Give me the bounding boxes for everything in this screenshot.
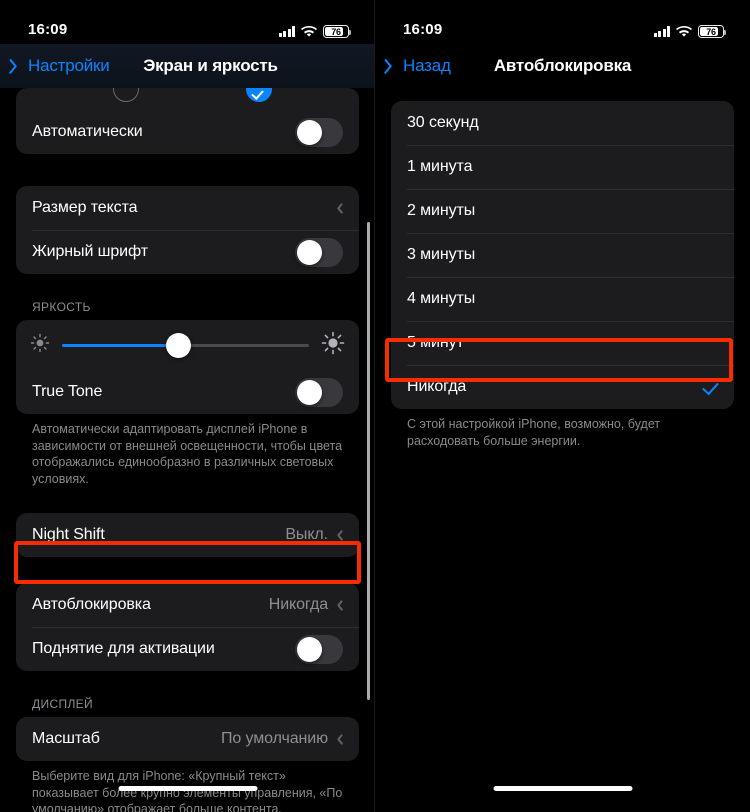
- option-row-2-min[interactable]: 2 минуты: [391, 189, 734, 233]
- auto-lock-group: Автоблокировка Никогда Поднятие для акти…: [16, 583, 359, 671]
- brightness-slider-row[interactable]: [16, 320, 359, 370]
- status-bar-right: 16:09 76: [375, 0, 750, 44]
- appearance-dark-radio-selected-icon[interactable]: [246, 88, 272, 102]
- row-bold-text[interactable]: Жирный шрифт: [16, 230, 359, 274]
- screen-divider: [374, 0, 375, 812]
- row-auto-lock[interactable]: Автоблокировка Никогда: [16, 583, 359, 627]
- section-header-brightness: ЯРКОСТЬ: [32, 300, 91, 314]
- auto-lock-options-content: 30 секунд 1 минута 2 минуты 3 минуты 4 м…: [375, 88, 750, 812]
- left-phone-screen: 16:09 76 Настройки Экран и яркость Автом…: [0, 0, 375, 812]
- chevron-left-icon: [12, 57, 23, 76]
- row-label-automatic: Автоматически: [32, 123, 143, 140]
- status-bar-time: 16:09: [28, 21, 68, 38]
- battery-icon: 76: [698, 25, 727, 38]
- cellular-signal-icon: [653, 26, 670, 37]
- display-zoom-group: Масштаб По умолчанию: [16, 717, 359, 761]
- row-value-night-shift: Выкл.: [285, 526, 328, 543]
- home-indicator-right: [493, 785, 632, 791]
- option-label: 4 минуты: [407, 290, 476, 307]
- option-label: 3 минуты: [407, 246, 476, 263]
- option-label: 2 минуты: [407, 202, 476, 219]
- settings-scroll-content[interactable]: Автоматически Размер текста Жирный шрифт: [0, 88, 375, 812]
- row-label-true-tone: True Tone: [32, 383, 103, 400]
- toggle-bold-text[interactable]: [295, 237, 343, 267]
- row-label-night-shift: Night Shift: [32, 526, 105, 543]
- checkmark-icon: [701, 379, 718, 396]
- brightness-group: True Tone: [16, 320, 359, 414]
- option-row-30-sec[interactable]: 30 секунд: [391, 101, 734, 145]
- row-label-raise-to-wake: Поднятие для активации: [32, 640, 215, 657]
- chevron-left-icon: [387, 57, 398, 76]
- row-label-auto-lock: Автоблокировка: [32, 596, 151, 613]
- auto-lock-options-group: 30 секунд 1 минута 2 минуты 3 минуты 4 м…: [391, 101, 734, 409]
- row-value-display-zoom: По умолчанию: [220, 730, 328, 747]
- night-shift-group: Night Shift Выкл.: [16, 513, 359, 557]
- text-settings-group: Размер текста Жирный шрифт: [16, 186, 359, 274]
- brightness-low-icon: [30, 333, 50, 358]
- wifi-icon: [676, 25, 692, 38]
- toggle-true-tone[interactable]: [295, 377, 343, 407]
- option-label: 1 минута: [407, 158, 473, 175]
- battery-percent-label: 76: [331, 26, 341, 37]
- back-button-settings[interactable]: Настройки: [0, 56, 110, 76]
- dual-screenshot-container: 16:09 76 Настройки Экран и яркость Автом…: [0, 0, 750, 812]
- appearance-group: Автоматически: [16, 110, 359, 154]
- brightness-high-icon: [321, 331, 345, 360]
- option-label: 5 минут: [407, 334, 464, 351]
- right-phone-screen: 16:09 76 Назад Автоблокировка 30 секунд …: [375, 0, 750, 812]
- option-row-3-min[interactable]: 3 минуты: [391, 233, 734, 277]
- appearance-light-radio-icon[interactable]: [113, 88, 139, 102]
- option-label: Никогда: [407, 378, 467, 395]
- section-header-display: ДИСПЛЕЙ: [32, 697, 93, 711]
- footer-true-tone: Автоматически адаптировать дисплей iPhon…: [32, 422, 343, 486]
- option-row-4-min[interactable]: 4 минуты: [391, 277, 734, 321]
- status-bar-indicators: 76: [278, 25, 352, 38]
- row-display-zoom[interactable]: Масштаб По умолчанию: [16, 717, 359, 761]
- chevron-right-icon: [335, 529, 343, 542]
- battery-percent-label: 76: [706, 26, 716, 37]
- row-true-tone[interactable]: True Tone: [16, 370, 359, 414]
- row-label-display-zoom: Масштаб: [32, 730, 100, 747]
- footer-auto-lock: С этой настройкой iPhone, возможно, буде…: [407, 417, 661, 448]
- status-bar-indicators: 76: [653, 25, 727, 38]
- chevron-right-icon: [335, 733, 343, 746]
- appearance-selector-clipped[interactable]: [16, 88, 359, 110]
- row-label-text-size: Размер текста: [32, 199, 138, 216]
- status-bar-time: 16:09: [403, 21, 443, 38]
- option-label: 30 секунд: [407, 114, 479, 131]
- chevron-right-icon: [335, 202, 343, 215]
- option-row-1-min[interactable]: 1 минута: [391, 145, 734, 189]
- row-text-size[interactable]: Размер текста: [16, 186, 359, 230]
- back-button-назад[interactable]: Назад: [375, 56, 451, 76]
- battery-icon: 76: [323, 25, 352, 38]
- row-automatic[interactable]: Автоматически: [16, 110, 359, 154]
- vertical-scrollbar-left[interactable]: [367, 222, 370, 700]
- wifi-icon: [301, 25, 317, 38]
- option-row-5-min[interactable]: 5 минут: [391, 321, 734, 365]
- status-bar-left: 16:09 76: [0, 0, 375, 44]
- brightness-slider-track[interactable]: [62, 332, 309, 358]
- row-night-shift[interactable]: Night Shift Выкл.: [16, 513, 359, 557]
- back-button-label: Назад: [403, 56, 451, 75]
- row-label-bold-text: Жирный шрифт: [32, 243, 148, 260]
- toggle-automatic[interactable]: [295, 117, 343, 147]
- cellular-signal-icon: [278, 26, 295, 37]
- row-raise-to-wake[interactable]: Поднятие для активации: [16, 627, 359, 671]
- back-button-label: Настройки: [28, 56, 110, 75]
- home-indicator-left: [118, 785, 257, 791]
- nav-bar-left: Настройки Экран и яркость: [0, 44, 375, 88]
- nav-bar-right: Назад Автоблокировка: [375, 44, 750, 88]
- row-value-auto-lock: Никогда: [268, 596, 328, 613]
- option-row-never[interactable]: Никогда: [391, 365, 734, 409]
- brightness-slider-thumb[interactable]: [165, 332, 191, 358]
- chevron-right-icon: [335, 599, 343, 612]
- toggle-raise-to-wake[interactable]: [295, 634, 343, 664]
